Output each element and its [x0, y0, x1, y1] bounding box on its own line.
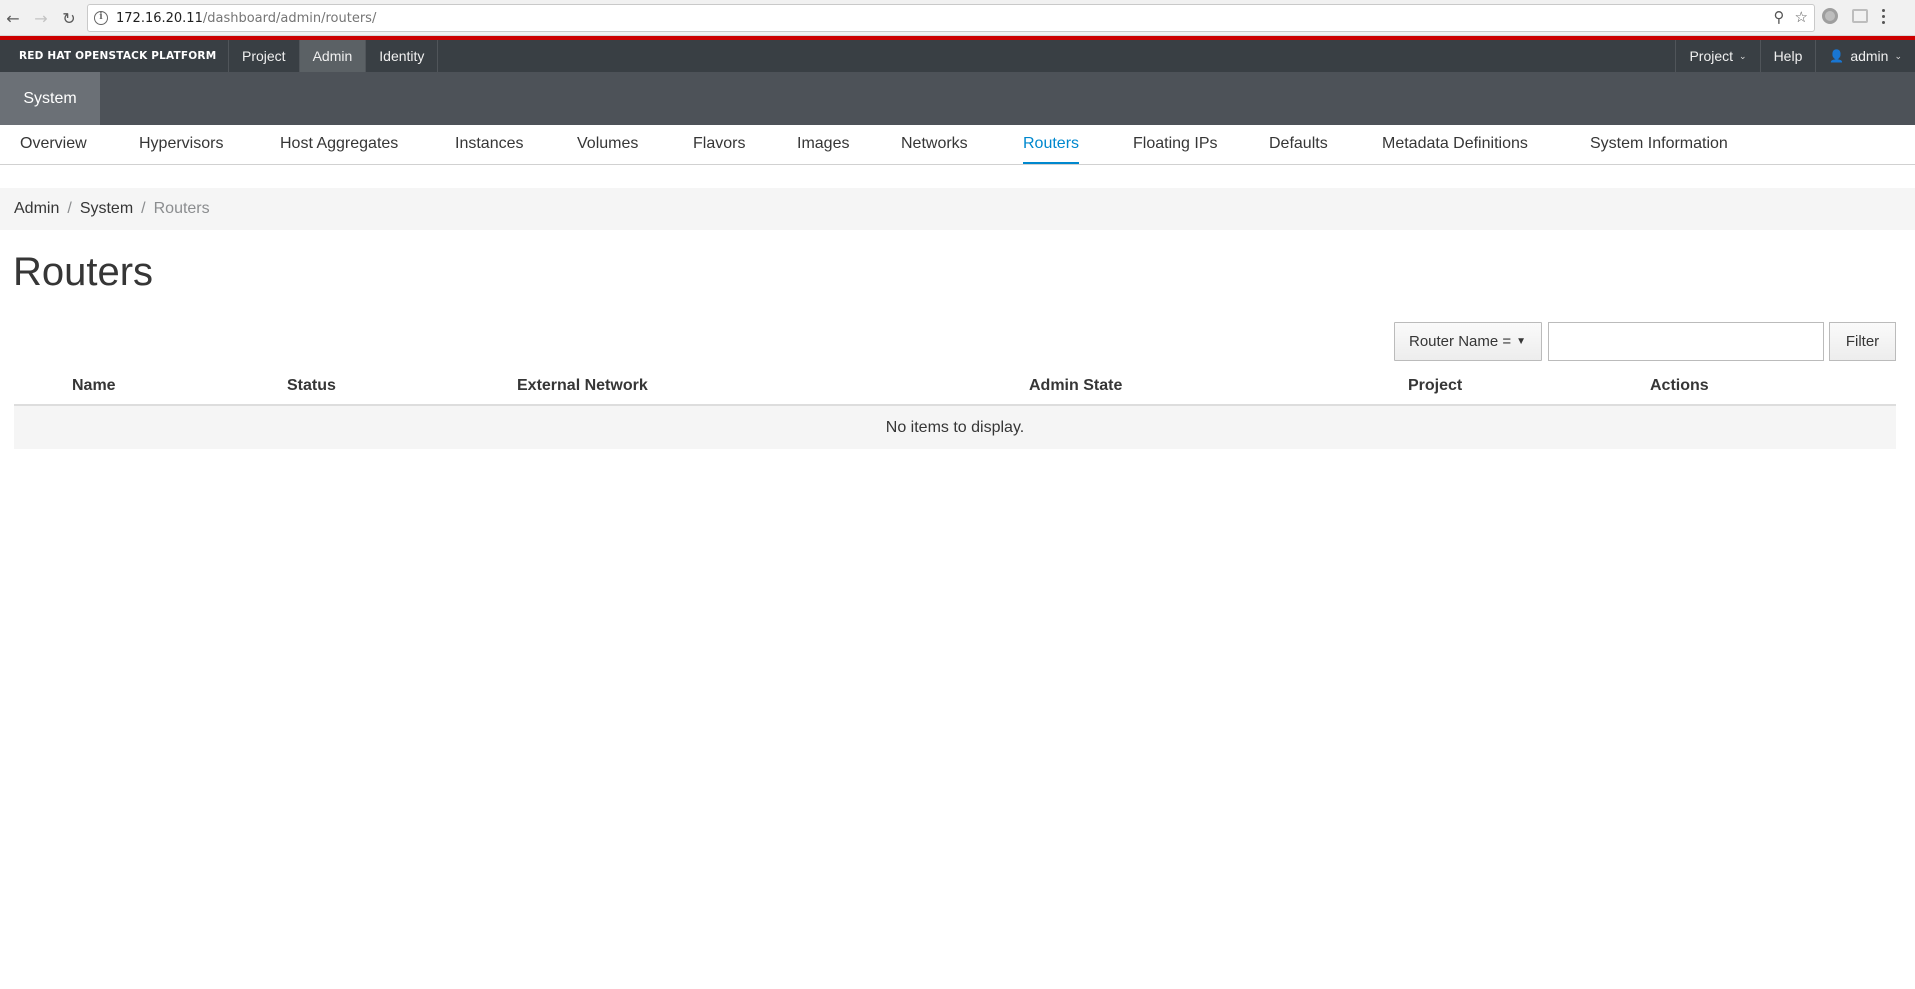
panel-group-bar: System [0, 72, 1915, 125]
browser-menu-icon[interactable] [1882, 8, 1886, 24]
breadcrumb-separator: / [67, 200, 72, 217]
tab-volumes[interactable]: Volumes [577, 125, 638, 165]
tab-metadata-definitions[interactable]: Metadata Definitions [1382, 125, 1528, 165]
breadcrumb-current: Routers [153, 200, 210, 217]
masthead: RED HAT OPENSTACK PLATFORM Project Admin… [0, 40, 1915, 72]
panel-tabs: Overview Hypervisors Host Aggregates Ins… [0, 125, 1915, 165]
dashboard-tab-project[interactable]: Project [229, 40, 300, 72]
zoom-icon[interactable]: ⚲ [1774, 8, 1785, 26]
tab-overview[interactable]: Overview [20, 125, 87, 165]
tab-networks[interactable]: Networks [901, 125, 968, 165]
brand-logo[interactable]: RED HAT OPENSTACK PLATFORM [0, 40, 229, 72]
page-title: Routers [13, 250, 154, 294]
tab-host-aggregates[interactable]: Host Aggregates [280, 125, 398, 165]
tab-images[interactable]: Images [797, 125, 849, 165]
user-menu[interactable]: 👤 admin ⌄ [1815, 40, 1915, 72]
forward-arrow-icon[interactable]: → [29, 6, 53, 30]
table-header: Name Status External Network Admin State… [14, 366, 1896, 406]
site-info-icon[interactable]: i [94, 11, 108, 25]
back-arrow-icon[interactable]: ← [1, 6, 25, 30]
project-menu-label: Project [1689, 48, 1734, 64]
tab-hypervisors[interactable]: Hypervisors [139, 125, 223, 165]
tab-system-information[interactable]: System Information [1590, 125, 1728, 165]
url-host: 172.16.20.11 [116, 10, 203, 26]
table-empty-row: No items to display. [14, 406, 1896, 449]
breadcrumb-admin[interactable]: Admin [14, 200, 59, 218]
breadcrumb-system[interactable]: System [80, 200, 133, 218]
user-name: admin [1850, 48, 1889, 64]
breadcrumb-separator: / [141, 200, 146, 217]
reload-icon[interactable]: ↻ [57, 6, 81, 30]
extension-record-icon[interactable] [1822, 8, 1838, 24]
breadcrumb: Admin / System / Routers [0, 188, 1915, 230]
project-menu[interactable]: Project ⌄ [1675, 40, 1759, 72]
tab-flavors[interactable]: Flavors [693, 125, 745, 165]
filter-input[interactable] [1548, 322, 1824, 361]
filter-field-label: Router Name = [1409, 333, 1512, 350]
filter-field-select[interactable]: Router Name = ▼ [1394, 322, 1542, 361]
bookmark-star-icon[interactable]: ☆ [1795, 8, 1808, 26]
tab-defaults[interactable]: Defaults [1269, 125, 1328, 165]
help-link[interactable]: Help [1759, 40, 1816, 72]
tab-routers[interactable]: Routers [1023, 125, 1080, 164]
dashboard-tab-identity[interactable]: Identity [366, 40, 439, 72]
panel-group-system[interactable]: System [0, 72, 100, 125]
browser-toolbar: ← → ↻ i 172.16.20.11/dashboard/admin/rou… [0, 0, 1915, 36]
column-header-admin-state[interactable]: Admin State [1029, 366, 1122, 406]
column-header-project[interactable]: Project [1408, 366, 1462, 406]
chevron-down-icon: ⌄ [1739, 50, 1747, 61]
chevron-down-icon: ⌄ [1894, 50, 1902, 61]
url-path: /dashboard/admin/routers/ [202, 10, 377, 26]
user-icon: 👤 [1829, 49, 1845, 63]
tab-instances[interactable]: Instances [455, 125, 523, 165]
address-bar[interactable]: i 172.16.20.11/dashboard/admin/routers/ … [87, 4, 1815, 32]
extension-box-icon[interactable] [1852, 9, 1868, 23]
column-header-actions: Actions [1650, 377, 1709, 394]
tab-floating-ips[interactable]: Floating IPs [1133, 125, 1217, 165]
caret-down-icon: ▼ [1516, 336, 1527, 347]
column-header-external-network[interactable]: External Network [517, 366, 648, 406]
filter-button[interactable]: Filter [1829, 322, 1896, 361]
column-header-name[interactable]: Name [72, 366, 116, 406]
dashboard-tab-admin[interactable]: Admin [299, 40, 367, 72]
column-header-status[interactable]: Status [287, 366, 336, 406]
